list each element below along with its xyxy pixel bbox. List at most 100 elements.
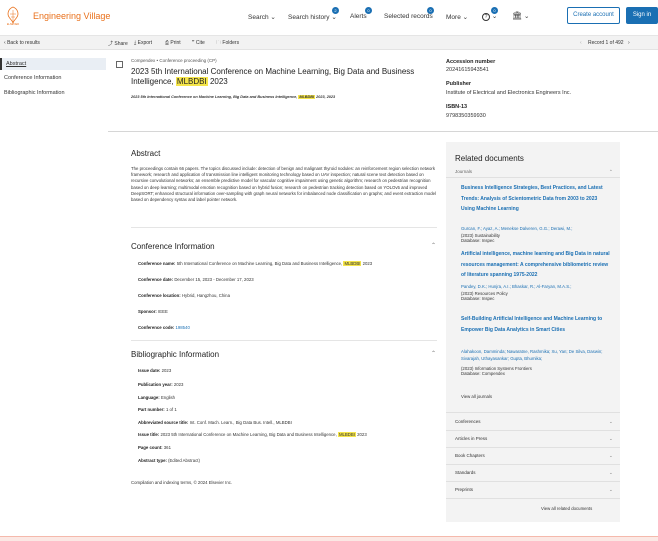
folders-label: Folders — [222, 40, 240, 46]
chevron-down-icon[interactable]: ⌄ — [609, 470, 613, 476]
sponsor-field: Sponsor: IEEE — [138, 309, 168, 314]
related-item-authors-1[interactable]: Gurcan, F.; Ayaz, A.; Menekse Dalveren, … — [461, 225, 613, 232]
section-nav-bibliographic[interactable]: Bibliographic Information — [4, 90, 65, 96]
isbn-link[interactable]: 9798350359930 — [446, 113, 486, 119]
field-value: 2023 5th International Conference on Mac… — [160, 432, 338, 437]
institution-menu[interactable]: 🏛 ⌄ — [512, 11, 529, 20]
chevron-up-icon[interactable]: ⌃ — [609, 169, 613, 175]
nav-history-label: Search history — [288, 14, 330, 21]
cite-button[interactable]: ” Cite — [192, 40, 205, 46]
related-item-authors-2[interactable]: Pandey, D.K.; Hunjra, A.I.; Bhaskar, R.;… — [461, 283, 613, 290]
conference-name-field: Conference name: 5th International Confe… — [138, 261, 372, 266]
publisher-label: Publisher — [446, 81, 472, 87]
previous-record-button[interactable]: ‹ — [580, 40, 582, 46]
chevron-down-icon: ⌄ — [270, 14, 276, 21]
collapse-bibliographic-icon[interactable]: ⌃ — [431, 350, 436, 357]
record-title: 2023 5th International Conference on Mac… — [131, 67, 421, 87]
field-label: Language: — [138, 395, 160, 400]
export-button[interactable]: ⤓ Export — [134, 40, 152, 46]
elsevier-logo-icon[interactable]: ELSEVIER — [4, 5, 22, 25]
publication-year-field: Publication year: 2023 — [138, 382, 183, 387]
field-label: Abstract type: — [138, 458, 167, 463]
conference-code-link[interactable]: 198540 — [176, 325, 190, 330]
chevron-down-icon[interactable]: ⌄ — [609, 487, 613, 493]
next-record-button[interactable]: › — [628, 40, 630, 46]
field-label: Conference name: — [138, 261, 176, 266]
panel-divider — [446, 177, 620, 178]
chevron-down-icon[interactable]: ⌄ — [609, 453, 613, 459]
title-text: 2023 5th International Conference on Mac… — [131, 67, 415, 86]
chevron-down-icon[interactable]: ⌄ — [609, 436, 613, 442]
related-item-authors-3[interactable]: Alahakoon, Damminda; Nawaratne, Rashmika… — [461, 348, 613, 362]
field-value: 1 of 1 — [165, 407, 177, 412]
related-item-title-2[interactable]: Artificial intelligence, machine learnin… — [461, 249, 611, 281]
nav-alerts[interactable]: Alerts — [350, 13, 367, 20]
related-item-database-2: Database: Inspec — [461, 296, 495, 301]
share-button[interactable]: ⤴ Share — [108, 40, 128, 47]
nav-search-label: Search — [248, 14, 269, 21]
related-item-database-1: Database: Inspec — [461, 238, 495, 243]
panel-divider — [446, 498, 620, 499]
section-nav-abstract[interactable]: Abstract — [0, 58, 106, 70]
field-label: Publication year: — [138, 382, 173, 387]
related-section-preprints[interactable]: Preprints — [455, 487, 473, 492]
print-icon: ⎙ — [165, 40, 170, 46]
page-count-field: Page count: 361 — [138, 445, 171, 450]
section-nav-conference[interactable]: Conference Information — [4, 75, 61, 81]
related-section-book-chapters[interactable]: Book Chapters — [455, 453, 485, 458]
institution-icon: 🏛 — [512, 11, 523, 20]
field-value: 2023 — [161, 368, 172, 373]
collapse-conference-icon[interactable]: ⌃ — [431, 242, 436, 249]
sign-in-button[interactable]: Sign in — [626, 7, 658, 24]
field-label: Sponsor: — [138, 309, 157, 314]
view-all-journals-link[interactable]: View all journals — [461, 394, 492, 399]
related-documents-heading: Related documents — [455, 154, 524, 163]
bottom-banner — [0, 536, 658, 541]
chevron-down-icon: ⌄ — [491, 13, 498, 20]
view-all-related-link[interactable]: View all related documents — [541, 506, 592, 511]
field-label: Conference date: — [138, 277, 174, 282]
related-item-title-3[interactable]: Self-Building Artificial Intelligence an… — [461, 314, 611, 335]
cite-label: Cite — [195, 40, 205, 46]
folder-icon: 🗀 — [216, 40, 222, 46]
panel-divider — [446, 447, 620, 448]
share-label: Share — [114, 41, 128, 47]
print-button[interactable]: ⎙ Print — [165, 40, 181, 46]
source-separator: • — [156, 58, 159, 63]
quote-icon: ” — [192, 40, 195, 46]
journals-section-label[interactable]: Journals — [455, 169, 472, 174]
panel-divider — [446, 481, 620, 482]
folders-button[interactable]: 🗀 Folders — [216, 40, 239, 48]
download-icon: ⤓ — [134, 40, 137, 46]
document-type: Conference proceeding (CP) — [159, 58, 217, 63]
back-to-results-label: Back to results — [7, 40, 40, 46]
share-icon: ⤴ — [108, 41, 114, 47]
chevron-down-icon[interactable]: ⌄ — [609, 419, 613, 425]
select-record-checkbox[interactable] — [116, 61, 123, 68]
field-value: 2023 — [173, 382, 184, 387]
related-section-conferences[interactable]: Conferences — [455, 419, 481, 424]
app-title[interactable]: Engineering Village — [33, 11, 110, 21]
related-section-standards[interactable]: Standards — [455, 470, 476, 475]
source-database: Compendex — [131, 58, 156, 63]
section-divider — [131, 340, 437, 341]
related-item-title-1[interactable]: Business Intelligence Strategies, Best P… — [461, 183, 611, 215]
create-account-button[interactable]: Create account — [567, 7, 620, 24]
nav-selected-records[interactable]: Selected records — [384, 13, 433, 20]
back-to-results-link[interactable]: ‹ Back to results — [4, 40, 40, 46]
conference-heading: Conference Information — [131, 242, 215, 251]
nav-search-history[interactable]: Search history ⌄ — [288, 13, 337, 21]
nav-search[interactable]: Search ⌄ — [248, 13, 276, 21]
nav-more[interactable]: More ⌄ — [446, 13, 468, 21]
field-value: 5th International Conference on Machine … — [176, 261, 344, 266]
related-section-articles-in-press[interactable]: Articles in Press — [455, 436, 487, 441]
part-number-field: Part number: 1 of 1 — [138, 407, 177, 412]
panel-divider — [446, 430, 620, 431]
print-label: Print — [170, 40, 181, 46]
citation-text: 2023 5th International Conference on Mac… — [131, 95, 299, 99]
field-value-end: 2023 — [361, 261, 373, 266]
related-documents-panel: Related documents Journals ⌃ Business In… — [446, 142, 620, 522]
field-label: Abbreviated source title: — [138, 420, 189, 425]
chevron-right-icon: › — [628, 40, 630, 46]
chevron-left-icon: ‹ — [4, 40, 6, 46]
